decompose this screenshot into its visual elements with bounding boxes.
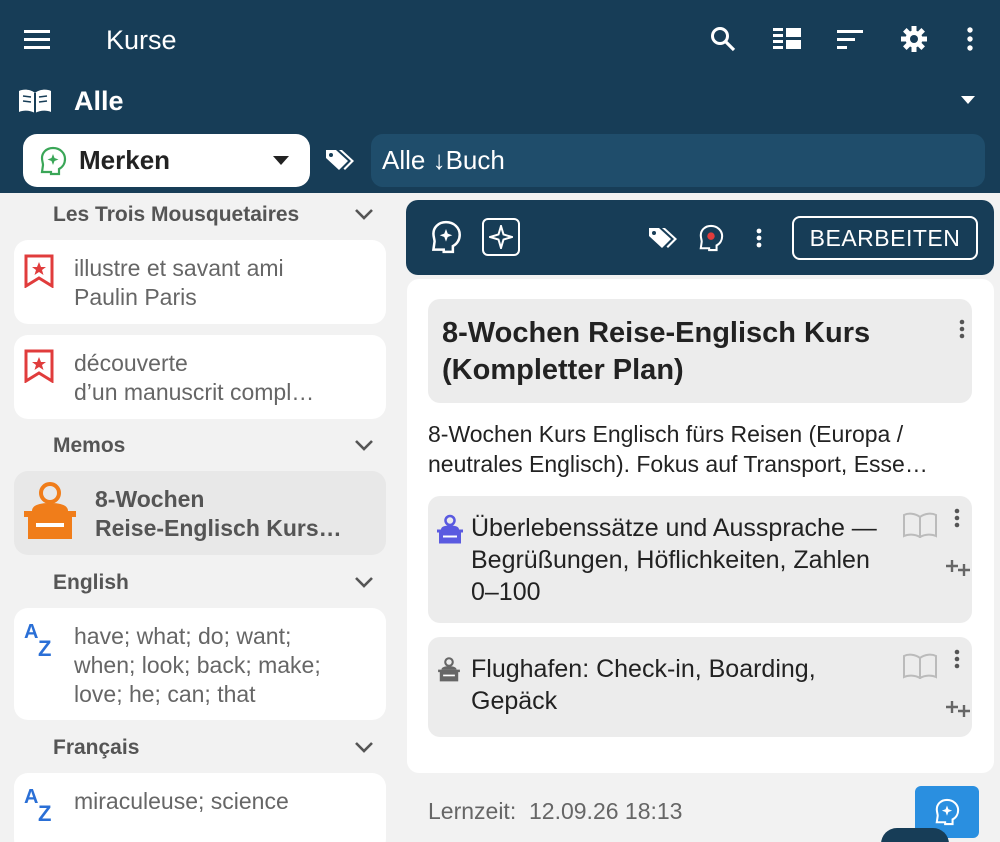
learning-time-label: Lernzeit: [428,798,517,824]
book-icon [17,86,53,116]
course-title-card[interactable]: 8-Wochen Reise-Englisch Kurs (Kompletter… [428,299,972,403]
add-multiple-icon[interactable] [946,558,972,583]
view-list-icon[interactable] [772,25,802,53]
list-item[interactable]: AZ have; what; do; want; when; look; bac… [14,608,386,720]
bookmark-icon [24,254,54,293]
list-item-text: découverte d’un manuscrit compl… [74,350,315,405]
brain-marker-icon[interactable] [696,222,726,254]
section-header-english[interactable]: English [53,571,129,595]
lesson-card[interactable]: Überlebenssätze und Aussprache — Begrüßu… [428,496,972,623]
teacher-icon [22,481,78,548]
book-icon[interactable] [903,653,937,684]
page-title: Kurse [106,25,177,55]
brain-icon [934,798,960,826]
course-list: Les Trois Mousquetaires illustre et sava… [0,193,400,842]
list-item[interactable]: illustre et savant ami Paulin Paris [14,240,386,324]
tags-icon[interactable] [325,146,355,174]
tag-filter-field[interactable]: Alle ↓Buch [371,134,985,187]
svg-text:Z: Z [38,801,51,823]
menu-icon[interactable] [22,26,52,52]
add-multiple-icon[interactable] [946,699,972,724]
chevron-down-icon[interactable] [354,575,374,593]
sparkle-icon[interactable] [482,218,520,256]
search-icon[interactable] [708,24,738,54]
list-item-text: have; what; do; want; when; look; back; … [74,623,321,707]
svg-text:Z: Z [38,636,51,658]
chevron-down-icon[interactable] [354,740,374,758]
more-vertical-icon[interactable] [960,24,980,54]
learning-time-value: 12.09.26 18:13 [529,798,683,824]
section-header-memos[interactable]: Memos [53,434,125,458]
gear-icon[interactable] [899,24,929,54]
chevron-down-icon[interactable] [354,207,374,225]
more-vertical-icon[interactable] [954,508,960,533]
list-item-text: illustre et savant ami Paulin Paris [74,255,284,310]
list-item[interactable]: découverte d’un manuscrit compl… [14,335,386,419]
lesson-title: Überlebenssätze und Aussprache — Begrüßu… [471,514,877,606]
section-header-francais[interactable]: Français [53,736,139,760]
sort-icon[interactable] [836,27,864,51]
svg-text:A: A [24,622,38,643]
mode-dropdown-icon [273,156,289,165]
list-item-text: miraculeuse; science [74,788,289,814]
tags-icon[interactable] [648,224,678,252]
svg-text:A: A [24,787,38,808]
detail-toolbar: BEARBEITEN [406,200,994,275]
book-icon[interactable] [903,512,937,543]
course-detail-panel: 8-Wochen Reise-Englisch Kurs (Kompletter… [407,279,994,773]
mode-label: Merken [79,145,171,175]
list-item-selected[interactable]: 8-Wochen Reise-Englisch Kurs… [14,471,386,555]
edit-button[interactable]: BEARBEITEN [792,216,978,260]
course-description: 8-Wochen Kurs Englisch fürs Reisen (Euro… [428,421,928,477]
lesson-card[interactable]: Flughafen: Check-in, Boarding, Gepäck [428,637,972,737]
list-item-text: 8-Wochen Reise-Englisch Kurs… [95,486,342,541]
brain-icon[interactable] [426,217,466,257]
az-icon: AZ [24,621,58,663]
more-vertical-icon[interactable] [959,319,965,344]
app-header: Kurse Alle Merken Alle ↓Buch [0,0,1000,193]
collection-dropdown-icon[interactable] [958,93,978,107]
bottom-handle[interactable] [881,828,949,842]
collection-label[interactable]: Alle [74,86,124,117]
teacher-icon [437,657,461,688]
list-item[interactable]: AZ miraculeuse; science [14,773,386,842]
learning-time: Lernzeit: 12.09.26 18:13 [428,798,682,825]
lesson-title: Flughafen: Check-in, Boarding, Gepäck [471,655,816,715]
more-vertical-icon[interactable] [751,224,767,252]
course-title: 8-Wochen Reise-Englisch Kurs (Kompletter… [442,317,871,386]
teacher-icon [436,514,464,551]
mode-select[interactable]: Merken [23,134,310,187]
more-vertical-icon[interactable] [954,649,960,674]
brain-icon [39,146,67,176]
section-header-mousquetaires[interactable]: Les Trois Mousquetaires [53,203,299,227]
chevron-down-icon[interactable] [354,438,374,456]
bookmark-icon [24,349,54,388]
az-icon: AZ [24,786,58,828]
